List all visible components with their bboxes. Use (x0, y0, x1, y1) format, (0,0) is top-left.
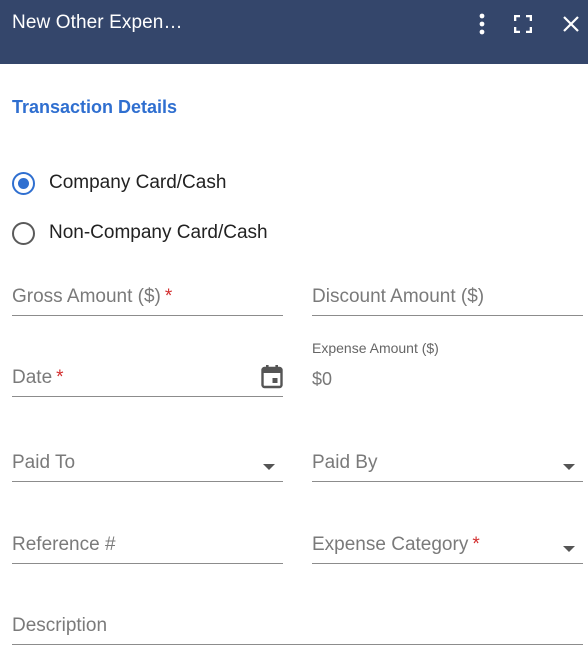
required-mark: * (164, 286, 173, 307)
close-icon (563, 16, 579, 32)
dropdown-arrow-icon (263, 464, 275, 470)
paid-to-select[interactable]: Paid To (12, 452, 283, 482)
reference-field[interactable]: Reference # (12, 534, 283, 564)
close-button[interactable] (557, 10, 585, 38)
expense-amount-value: $0 (312, 369, 333, 389)
gross-amount-field[interactable]: Gross Amount ($) * (12, 286, 283, 316)
field-placeholder: Discount Amount ($) (312, 286, 485, 307)
dropdown-arrow-icon (563, 464, 575, 470)
field-placeholder: Expense Category * (312, 534, 480, 555)
fullscreen-button[interactable] (509, 10, 537, 38)
expense-amount-label: Expense Amount ($) (312, 340, 439, 356)
field-placeholder: Paid To (12, 452, 76, 473)
required-mark: * (56, 367, 64, 388)
radio-company-card[interactable]: Company Card/Cash (12, 170, 226, 196)
field-placeholder: Description (12, 615, 108, 636)
field-placeholder: Gross Amount ($) * (12, 286, 173, 307)
radio-label: Non-Company Card/Cash (49, 222, 268, 243)
radio-checked-icon (12, 171, 35, 195)
radio-label: Company Card/Cash (49, 172, 227, 193)
more-options-button[interactable] (468, 10, 496, 38)
field-placeholder: Paid By (312, 452, 378, 473)
dropdown-arrow-icon (563, 546, 575, 552)
section-title: Transaction Details (12, 97, 178, 117)
calendar-icon[interactable] (261, 365, 283, 389)
date-field[interactable]: Date * (12, 365, 283, 397)
more-vertical-icon (479, 13, 485, 35)
description-field[interactable]: Description (12, 615, 583, 645)
required-mark: * (472, 534, 480, 555)
expense-category-select[interactable]: Expense Category * (312, 534, 583, 564)
dialog-title: New Other Expen… (12, 12, 183, 33)
discount-amount-field[interactable]: Discount Amount ($) (312, 286, 583, 316)
fullscreen-icon (514, 15, 532, 33)
radio-unchecked-icon (12, 221, 35, 245)
field-placeholder: Date * (12, 367, 64, 388)
radio-non-company-card[interactable]: Non-Company Card/Cash (12, 220, 268, 246)
field-placeholder: Reference # (12, 534, 116, 555)
paid-by-select[interactable]: Paid By (312, 452, 583, 482)
dialog-header: New Other Expen… (0, 0, 588, 64)
